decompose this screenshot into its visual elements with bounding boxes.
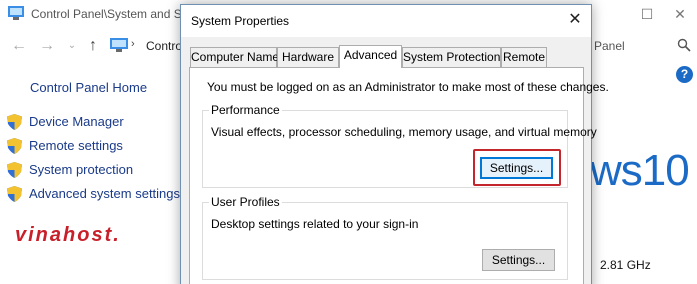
breadcrumb-separator-icon: › — [131, 38, 135, 50]
user-profiles-group: User Profiles Desktop settings related t… — [202, 195, 568, 280]
close-window-button[interactable]: ✕ — [669, 4, 691, 24]
admin-notice: You must be logged on as an Administrato… — [207, 80, 609, 94]
tab-remote[interactable]: Remote — [501, 47, 547, 67]
highlight-box — [473, 149, 561, 186]
system-properties-dialog: System Properties ✕ Computer Name Hardwa… — [180, 4, 609, 284]
tab-advanced[interactable]: Advanced — [339, 45, 402, 68]
tab-system-protection[interactable]: System Protection — [402, 47, 501, 67]
tab-computer-name[interactable]: Computer Name — [190, 47, 279, 67]
back-arrow-icon[interactable]: ← — [10, 38, 28, 54]
sidebar-item-label: Device Manager — [29, 114, 124, 129]
close-icon[interactable]: ✕ — [565, 10, 585, 30]
user-profiles-group-title: User Profiles — [209, 195, 282, 209]
sidebar-item-label: System protection — [29, 162, 134, 177]
advanced-tab-panel: You must be logged on as an Administrato… — [189, 67, 609, 284]
shield-icon — [7, 162, 22, 178]
maximize-button[interactable]: ☐ — [636, 4, 658, 24]
forward-arrow-icon[interactable]: → — [38, 38, 56, 54]
tab-hardware[interactable]: Hardware — [277, 47, 339, 67]
performance-description: Visual effects, processor scheduling, me… — [211, 125, 597, 139]
windows-edition-logo: ws10 — [590, 146, 690, 195]
performance-group: Performance Visual effects, processor sc… — [202, 103, 597, 188]
search-icon[interactable] — [677, 38, 691, 52]
dialog-title-bar: System Properties ✕ — [181, 5, 591, 37]
address-control-panel-icon — [110, 38, 128, 52]
search-box-placeholder[interactable]: Panel — [594, 39, 625, 53]
performance-group-title: Performance — [209, 103, 282, 117]
processor-speed: 2.81 GHz — [600, 258, 651, 272]
shield-icon — [7, 186, 22, 202]
recent-dropdown-icon[interactable]: ⌄ — [63, 38, 81, 54]
watermark-logo: vinahost. — [15, 224, 121, 246]
up-arrow-icon[interactable]: ↑ — [84, 38, 102, 54]
dialog-title: System Properties — [191, 14, 290, 28]
help-icon[interactable]: ? — [676, 66, 693, 83]
shield-icon — [7, 114, 22, 130]
address-bar[interactable]: Contro — [146, 39, 182, 53]
sidebar-item-label: Remote settings — [29, 138, 123, 153]
user-profiles-settings-button[interactable]: Settings... — [482, 249, 555, 271]
control-panel-icon — [8, 6, 24, 20]
control-panel-home-link[interactable]: Control Panel Home — [30, 80, 147, 95]
window-title: Control Panel\System and Se — [31, 7, 189, 21]
sidebar-item-label: Advanced system settings — [29, 186, 181, 201]
user-profiles-description: Desktop settings related to your sign-in — [211, 217, 419, 231]
shield-icon — [7, 138, 22, 154]
